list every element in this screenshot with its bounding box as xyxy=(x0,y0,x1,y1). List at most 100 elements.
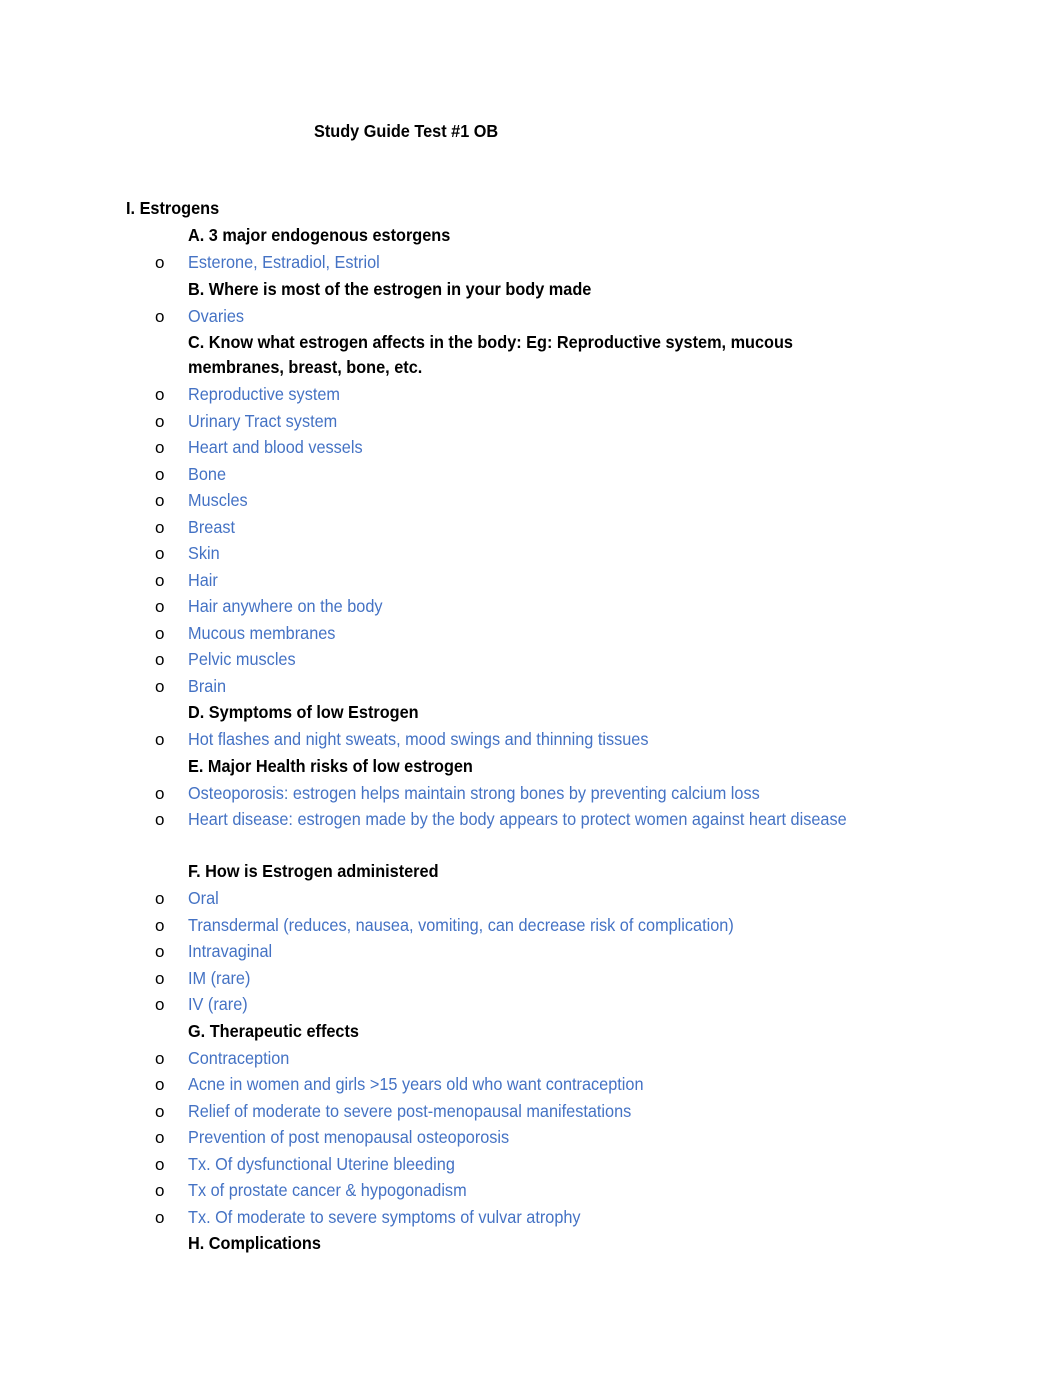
list-item: o IV (rare) xyxy=(0,991,1062,1018)
list-item: o Urinary Tract system xyxy=(0,408,1062,435)
subsection-heading-e: E. Major Health risks of low estrogen xyxy=(188,753,878,780)
bullet-icon: o xyxy=(155,1181,165,1200)
list-item-text: Hair xyxy=(188,569,218,590)
bullet-icon: o xyxy=(155,968,165,988)
bullet-icon: o xyxy=(155,438,165,457)
subsection-heading-text: F. How is Estrogen administered xyxy=(188,861,439,881)
bullet-icon: o xyxy=(155,464,165,484)
bullet-icon: o xyxy=(155,889,165,908)
list-item: o Skin xyxy=(0,540,1062,567)
subsection-heading-a: A. 3 major endogenous estorgens xyxy=(188,222,878,249)
list-item-text: Heart disease: estrogen made by the body… xyxy=(188,809,847,829)
list-item: o Osteoporosis: estrogen helps maintain s… xyxy=(0,780,1062,807)
subsection-heading-f: F. How is Estrogen administered xyxy=(188,858,878,885)
list-item: o Ovaries xyxy=(0,303,1062,330)
bullet-icon: o xyxy=(155,517,165,537)
bullet-icon: o xyxy=(155,491,165,510)
bullet-icon: o xyxy=(155,570,165,590)
list-item-text: Hair anywhere on the body xyxy=(188,596,383,616)
subsection-heading-text: G. Therapeutic effects xyxy=(188,1020,359,1041)
list-item: o Mucous membranes xyxy=(0,620,1062,647)
subsection-heading-text: A. 3 major endogenous estorgens xyxy=(188,225,451,245)
bullet-icon: o xyxy=(155,783,165,803)
bullet-icon: o xyxy=(155,810,165,829)
subsection-heading-text: H. Complications xyxy=(188,1233,321,1253)
document-title: Study Guide Test #1 OB xyxy=(314,121,499,141)
list-item: o Brain xyxy=(0,673,1062,700)
bullet-icon: o xyxy=(155,650,165,669)
subsection-heading-text: B. Where is most of the estrogen in your… xyxy=(188,278,592,299)
list-item-text: Heart and blood vessels xyxy=(188,437,363,457)
bullet-icon: o xyxy=(155,1075,165,1094)
bullet-icon: o xyxy=(155,1048,165,1068)
list-item-text: Mucous membranes xyxy=(188,622,336,643)
list-item-text: Pelvic muscles xyxy=(188,649,296,669)
list-item: o Tx. Of dysfunctional Uterine bleeding xyxy=(0,1151,1062,1178)
list-item: o Tx of prostate cancer & hypogonadism xyxy=(0,1177,1062,1204)
bullet-icon: o xyxy=(155,306,165,326)
list-item-text: Hot flashes and night sweats, mood swing… xyxy=(188,729,649,749)
list-item-text: Contraception xyxy=(188,1047,290,1068)
list-item-text: Bone xyxy=(188,463,227,484)
list-item-text: Oral xyxy=(188,888,219,908)
list-item: o Oral xyxy=(0,885,1062,912)
list-item-text: Ovaries xyxy=(188,305,245,326)
list-item: o Hair anywhere on the body xyxy=(0,593,1062,620)
bullet-icon: o xyxy=(155,1101,165,1121)
list-item-text: Tx. Of dysfunctional Uterine bleeding xyxy=(188,1153,455,1174)
list-item: o Esterone, Estradiol, Estriol xyxy=(0,249,1062,276)
list-item-text: Breast xyxy=(188,516,236,537)
bullet-icon: o xyxy=(155,544,165,563)
list-item-text: Muscles xyxy=(188,490,248,510)
bullet-icon: o xyxy=(155,623,165,643)
list-item: o Transdermal (reduces, nausea, vomiting,… xyxy=(0,912,1062,939)
list-item: o Heart disease: estrogen made by the bod… xyxy=(0,806,1062,858)
list-item-text: Intravaginal xyxy=(188,941,273,961)
subsection-heading-text: E. Major Health risks of low estrogen xyxy=(188,755,473,776)
bullet-icon: o xyxy=(155,676,165,696)
list-item: o Tx. Of moderate to severe symptoms of v… xyxy=(0,1204,1062,1231)
subsection-heading-g: G. Therapeutic effects xyxy=(188,1018,878,1045)
list-item-text: Tx of prostate cancer & hypogonadism xyxy=(188,1180,467,1200)
bullet-icon: o xyxy=(155,1128,165,1147)
bullet-icon: o xyxy=(155,253,165,272)
list-item: o Muscles xyxy=(0,487,1062,514)
bullet-icon: o xyxy=(155,942,165,961)
list-item-text: Prevention of post menopausal osteoporos… xyxy=(188,1127,510,1147)
list-item: o Hot flashes and night sweats, mood swin… xyxy=(0,726,1062,753)
list-item-text: Esterone, Estradiol, Estriol xyxy=(188,252,380,272)
list-item-text: IM (rare) xyxy=(188,967,251,988)
list-item-text: IV (rare) xyxy=(188,994,248,1014)
bullet-icon: o xyxy=(155,995,165,1014)
subsection-heading-text: C. Know what estrogen affects in the bod… xyxy=(188,332,793,377)
list-item: o Hair xyxy=(0,567,1062,594)
list-item: o Heart and blood vessels xyxy=(0,434,1062,461)
list-item-text: Skin xyxy=(188,543,220,563)
subsection-heading-b: B. Where is most of the estrogen in your… xyxy=(188,276,878,303)
bullet-icon: o xyxy=(155,411,165,431)
list-item-text: Urinary Tract system xyxy=(188,410,338,431)
bullet-icon: o xyxy=(155,385,165,404)
list-item: o Intravaginal xyxy=(0,938,1062,965)
list-item: o Pelvic muscles xyxy=(0,646,1062,673)
subsection-heading-h: H. Complications xyxy=(188,1230,878,1257)
list-item: o Reproductive system xyxy=(0,381,1062,408)
list-item: o Contraception xyxy=(0,1045,1062,1072)
list-item-text: Relief of moderate to severe post-menopa… xyxy=(188,1100,632,1121)
list-item-text: Brain xyxy=(188,675,226,696)
bullet-icon: o xyxy=(155,730,165,749)
list-item-text: Acne in women and girls >15 years old wh… xyxy=(188,1074,644,1094)
list-item-text: Osteoporosis: estrogen helps maintain st… xyxy=(188,782,760,803)
document-body: A. 3 major endogenous estorgens o Estero… xyxy=(0,222,1062,1257)
subsection-heading-d: D. Symptoms of low Estrogen xyxy=(188,699,878,726)
list-item: o IM (rare) xyxy=(0,965,1062,992)
list-item: o Breast xyxy=(0,514,1062,541)
list-item-text: Reproductive system xyxy=(188,384,340,404)
bullet-icon: o xyxy=(155,597,165,616)
list-item-text: Transdermal (reduces, nausea, vomiting, … xyxy=(188,914,734,935)
section-heading: I. Estrogens xyxy=(126,198,220,218)
list-item-text: Tx. Of moderate to severe symptoms of vu… xyxy=(188,1206,581,1227)
list-item: o Prevention of post menopausal osteoporo… xyxy=(0,1124,1062,1151)
subsection-heading-c: C. Know what estrogen affects in the bod… xyxy=(188,329,878,381)
document-page: Study Guide Test #1 OB I. Estrogens A. 3… xyxy=(0,0,1062,1377)
